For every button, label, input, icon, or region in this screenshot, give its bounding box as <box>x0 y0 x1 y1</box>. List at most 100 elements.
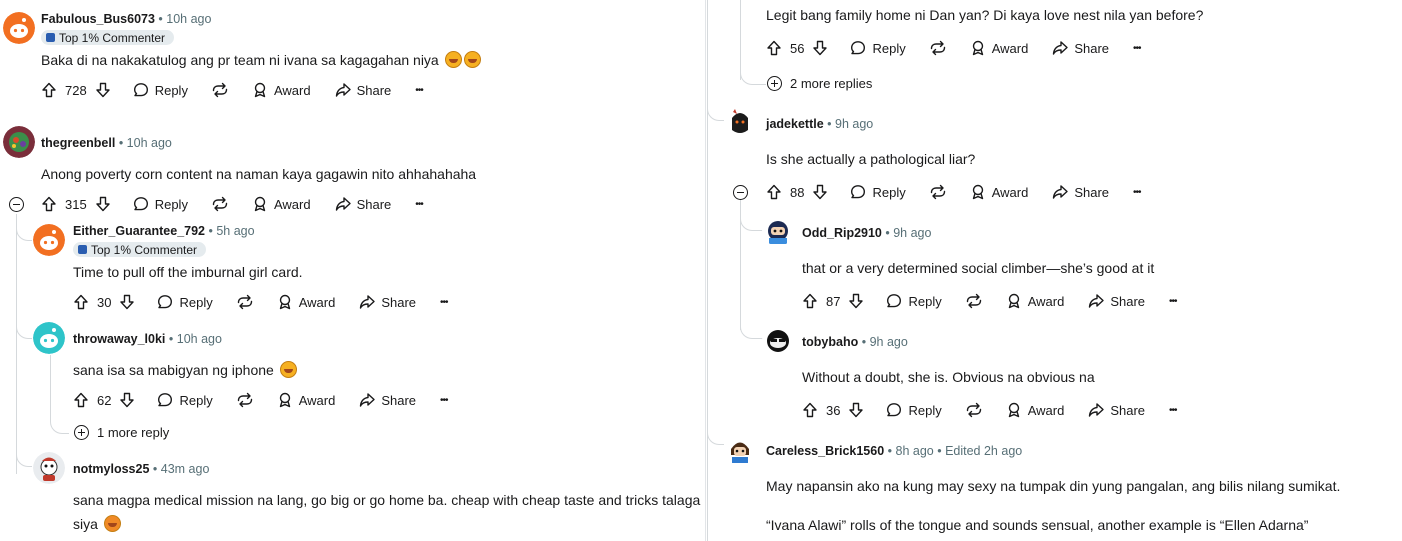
comment-timestamp[interactable]: • 10h ago <box>119 136 172 150</box>
share-button[interactable]: Share <box>1088 293 1145 309</box>
comment-timestamp[interactable]: • 10h ago <box>169 332 222 346</box>
reply-button[interactable]: Reply <box>133 82 188 98</box>
reply-button[interactable]: Reply <box>133 196 188 212</box>
share-button[interactable]: Share <box>1088 402 1145 418</box>
more-replies-label: 1 more reply <box>97 425 170 440</box>
avatar[interactable] <box>3 12 35 44</box>
username-link[interactable]: Careless_Brick1560 <box>766 444 884 458</box>
thread-line[interactable] <box>16 214 17 474</box>
award-button[interactable]: Award <box>277 392 336 408</box>
avatar[interactable] <box>762 324 794 356</box>
downvote-icon[interactable] <box>95 196 111 212</box>
crosspost-button[interactable] <box>930 184 946 200</box>
username-link[interactable]: tobybaho <box>802 335 858 349</box>
reply-button[interactable]: Reply <box>886 293 942 309</box>
reply-button[interactable]: Reply <box>850 184 906 200</box>
username-link[interactable]: Odd_Rip2910 <box>802 226 882 240</box>
more-options-button[interactable]: ••• <box>1169 296 1177 307</box>
downvote-icon[interactable] <box>95 82 111 98</box>
award-button[interactable]: Award <box>277 294 335 310</box>
crosspost-button[interactable] <box>212 196 228 212</box>
award-button[interactable]: Award <box>252 82 311 98</box>
username-link[interactable]: Either_Guarantee_792 <box>73 224 205 238</box>
comment-body: May napansin ako na kung may sexy na tum… <box>766 478 1341 494</box>
crosspost-button[interactable] <box>966 293 982 309</box>
crosspost-button[interactable] <box>212 82 228 98</box>
avatar[interactable] <box>33 224 65 256</box>
upvote-icon[interactable] <box>766 40 782 56</box>
award-button[interactable]: Award <box>970 184 1028 200</box>
share-button[interactable]: Share <box>1052 184 1109 200</box>
vote-group: 56 <box>766 40 828 56</box>
comment-timestamp[interactable]: • 9h ago <box>885 226 931 240</box>
collapse-thread-icon[interactable] <box>733 185 748 200</box>
more-replies-button[interactable]: 1 more reply <box>74 425 169 440</box>
more-options-button[interactable]: ••• <box>1133 187 1141 198</box>
upvote-icon[interactable] <box>766 184 782 200</box>
avatar[interactable] <box>3 126 35 158</box>
username-link[interactable]: thegreenbell <box>41 136 115 150</box>
downvote-icon[interactable] <box>812 40 828 56</box>
comment-timestamp[interactable]: • 43m ago <box>153 462 210 476</box>
more-replies-button[interactable]: 2 more replies <box>767 76 872 91</box>
crosspost-button[interactable] <box>966 402 982 418</box>
share-button[interactable]: Share <box>335 196 391 212</box>
share-button[interactable]: Share <box>359 294 416 310</box>
comment-timestamp[interactable]: • 9h ago <box>862 335 908 349</box>
thread-line[interactable] <box>707 0 708 541</box>
upvote-icon[interactable] <box>802 293 818 309</box>
upvote-icon[interactable] <box>41 196 57 212</box>
upvote-icon[interactable] <box>41 82 57 98</box>
reply-label: Reply <box>154 196 188 212</box>
more-options-button[interactable]: ••• <box>1133 43 1141 54</box>
collapse-thread-icon[interactable] <box>9 197 24 212</box>
downvote-icon[interactable] <box>812 184 828 200</box>
crosspost-icon <box>237 392 253 408</box>
award-label: Award <box>298 392 336 408</box>
more-options-button[interactable]: ••• <box>415 85 423 96</box>
upvote-icon[interactable] <box>802 402 818 418</box>
comment-timestamp[interactable]: • 8h ago <box>888 444 934 458</box>
thread-connector <box>16 214 32 241</box>
award-button[interactable]: Award <box>1006 402 1064 418</box>
downvote-icon[interactable] <box>848 293 864 309</box>
downvote-icon[interactable] <box>848 402 864 418</box>
reply-button[interactable]: Reply <box>157 294 213 310</box>
username-link[interactable]: Fabulous_Bus6073 <box>41 12 155 26</box>
more-replies-label: 2 more replies <box>790 76 873 91</box>
downvote-icon[interactable] <box>119 392 135 408</box>
reply-button[interactable]: Reply <box>850 40 906 56</box>
avatar[interactable] <box>33 322 65 354</box>
downvote-icon[interactable] <box>119 294 135 310</box>
avatar[interactable] <box>33 452 65 484</box>
share-button[interactable]: Share <box>1052 40 1109 56</box>
more-options-button[interactable]: ••• <box>440 395 448 406</box>
more-options-button[interactable]: ••• <box>1169 405 1177 416</box>
more-options-button[interactable]: ••• <box>440 297 448 308</box>
crosspost-button[interactable] <box>930 40 946 56</box>
crosspost-button[interactable] <box>237 392 253 408</box>
vote-count: 315 <box>65 196 87 212</box>
award-button[interactable]: Award <box>252 196 311 212</box>
crosspost-button[interactable] <box>237 294 253 310</box>
plus-circle-icon <box>767 76 782 91</box>
share-button[interactable]: Share <box>359 392 416 408</box>
upvote-icon[interactable] <box>73 392 89 408</box>
award-button[interactable]: Award <box>1006 293 1064 309</box>
reply-button[interactable]: Reply <box>886 402 942 418</box>
share-button[interactable]: Share <box>335 82 391 98</box>
comment-timestamp[interactable]: • 5h ago <box>209 224 255 238</box>
username-link[interactable]: notmyloss25 <box>73 462 149 476</box>
avatar[interactable] <box>762 214 794 246</box>
upvote-icon[interactable] <box>73 294 89 310</box>
username-link[interactable]: jadekettle <box>766 117 824 131</box>
reply-button[interactable]: Reply <box>157 392 213 408</box>
avatar[interactable] <box>724 104 756 136</box>
award-button[interactable]: Award <box>970 40 1028 56</box>
custom-avatar-icon <box>3 126 35 158</box>
comment-timestamp[interactable]: • 9h ago <box>827 117 873 131</box>
more-options-button[interactable]: ••• <box>415 199 423 210</box>
comment-timestamp[interactable]: • 10h ago <box>158 12 211 26</box>
avatar[interactable] <box>724 433 756 465</box>
username-link[interactable]: throwaway_l0ki <box>73 332 165 346</box>
